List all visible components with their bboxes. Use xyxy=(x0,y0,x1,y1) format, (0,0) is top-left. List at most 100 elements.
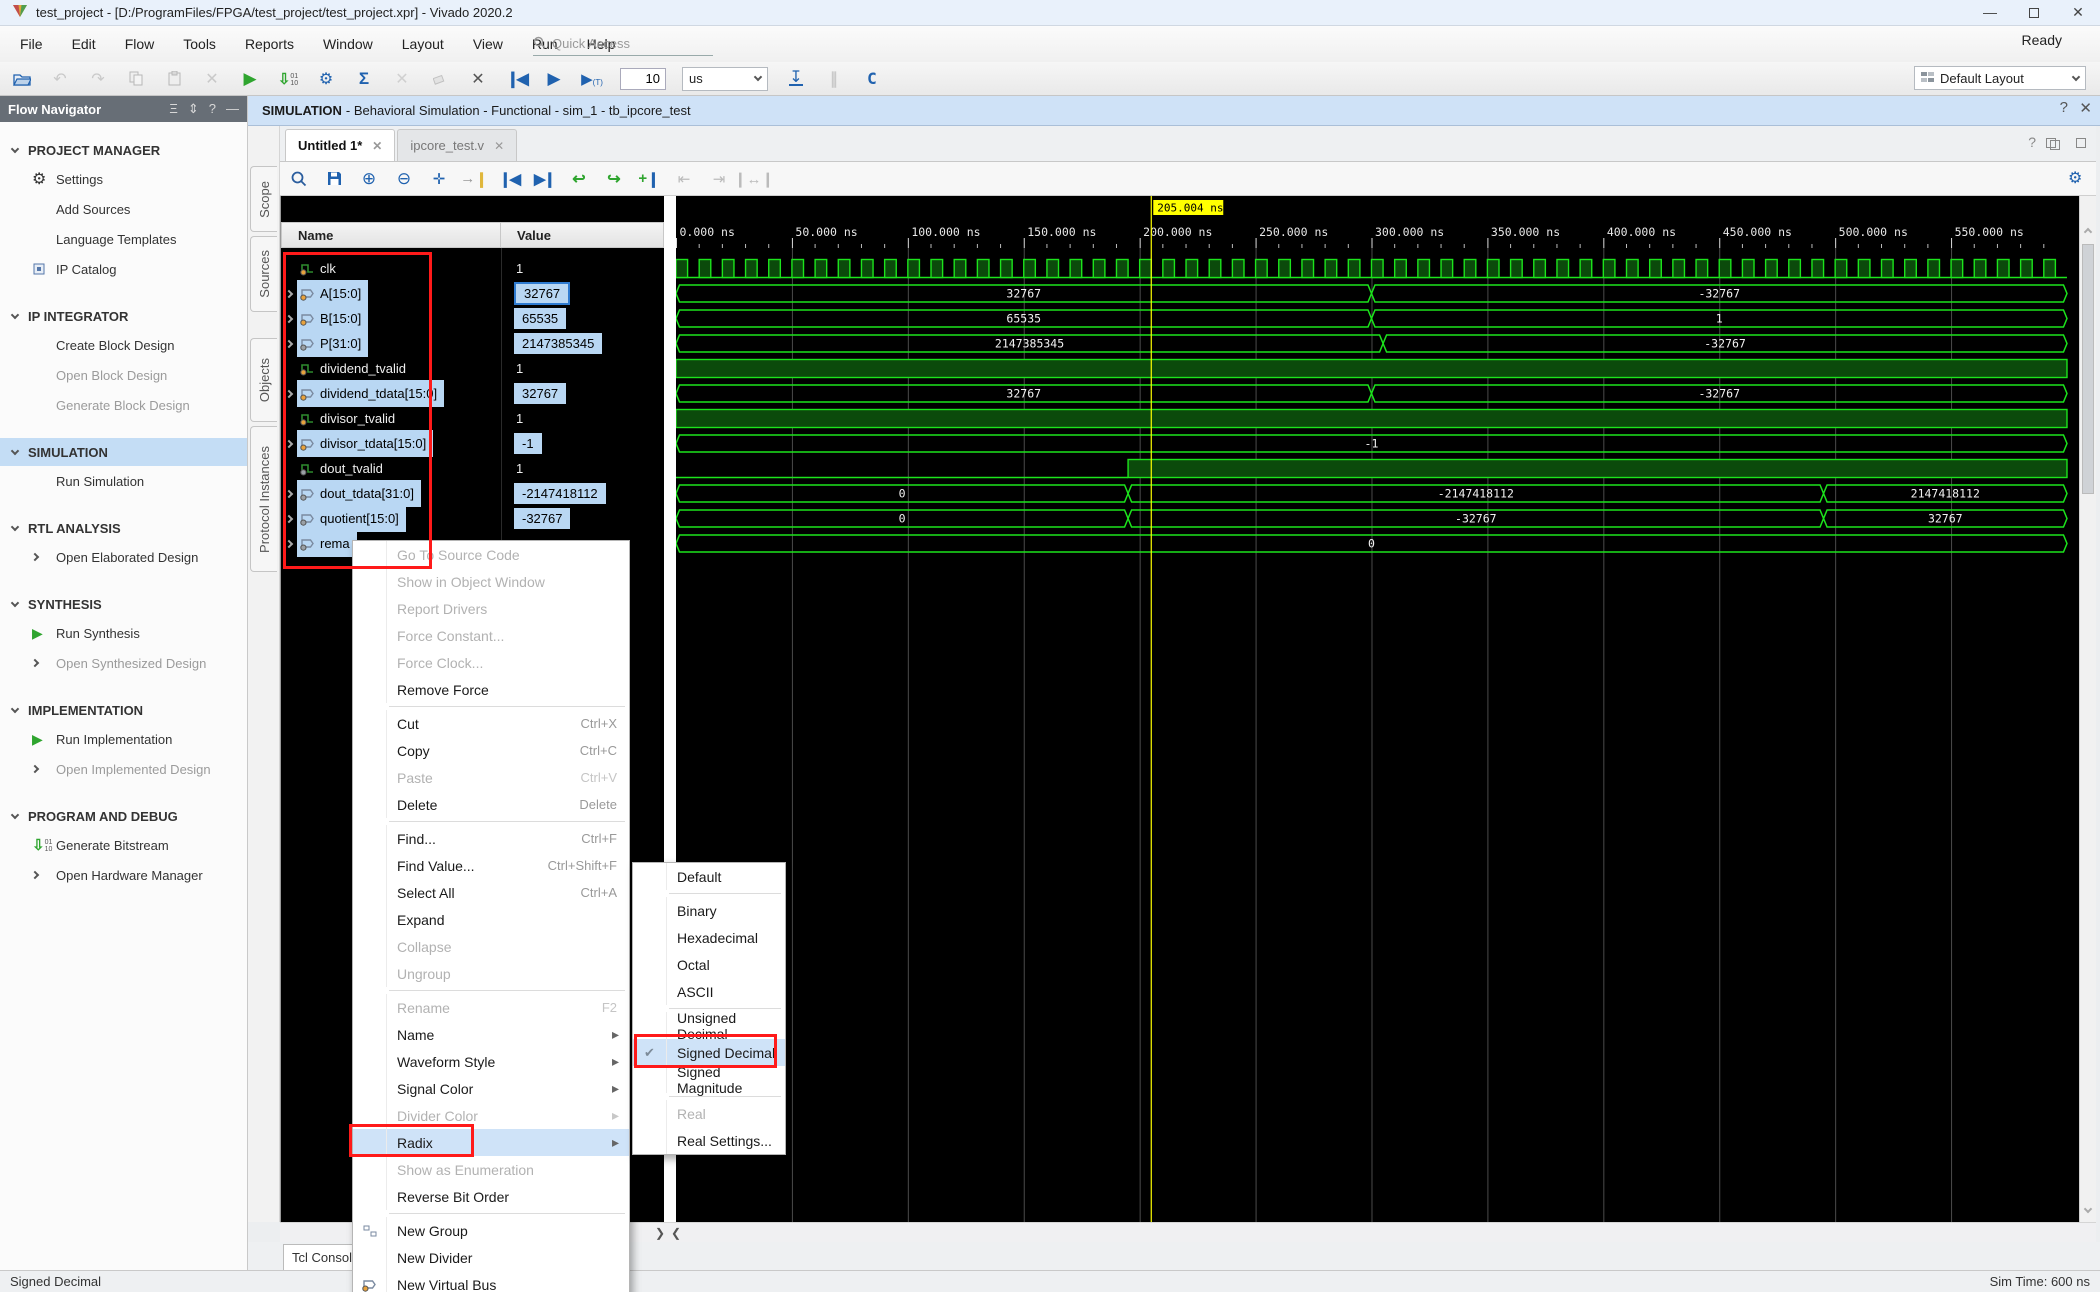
flow-group-project-manager[interactable]: PROJECT MANAGER xyxy=(0,136,247,164)
save-waveform-button[interactable] xyxy=(323,168,345,190)
quick-access-search[interactable]: Quick Access xyxy=(533,32,713,56)
context-menu-item-name[interactable]: Name▸ xyxy=(353,1021,629,1048)
help-icon[interactable]: ? xyxy=(209,101,216,117)
menubar-item-reports[interactable]: Reports xyxy=(243,33,296,55)
run-for-time-button[interactable]: ▶(T) xyxy=(580,67,604,91)
vertical-scrollbar[interactable] xyxy=(2079,196,2096,1222)
flow-item-open-elaborated-design[interactable]: Open Elaborated Design xyxy=(0,542,247,572)
signal-row-dividend-tvalid[interactable]: dividend_tvalid xyxy=(281,356,501,381)
signal-value-quotient-15-0[interactable]: -32767 xyxy=(502,506,665,531)
minimize-panel-icon[interactable]: — xyxy=(226,101,239,117)
menubar-item-view[interactable]: View xyxy=(471,33,505,55)
tab-tcl-console[interactable]: Tcl Consol xyxy=(283,1244,353,1270)
context-menu-item-new-group[interactable]: New Group xyxy=(353,1217,629,1244)
expand-chevron-icon[interactable] xyxy=(281,341,297,347)
waveform-canvas[interactable]: 0.000 ns50.000 ns100.000 ns150.000 ns200… xyxy=(676,196,2079,1222)
side-tab-scope[interactable]: Scope xyxy=(250,166,277,232)
splitter-collapse-left-icon[interactable]: ❮ xyxy=(668,1226,684,1240)
context-menu-item-new-virtual-bus[interactable]: New Virtual Bus xyxy=(353,1271,629,1292)
tab-ipcore-test-v[interactable]: ipcore_test.v✕ xyxy=(397,129,517,161)
collapse-all-icon[interactable]: Ξ xyxy=(169,101,177,117)
signal-value-dout-tdata-31-0[interactable]: -2147418112 xyxy=(502,481,665,506)
signal-value-p-31-0[interactable]: 2147385345 xyxy=(502,331,665,356)
signal-name-chip[interactable]: divisor_tvalid xyxy=(297,405,402,432)
signal-row-quotient-15-0[interactable]: quotient[15:0] xyxy=(281,506,501,531)
signal-value-b-15-0[interactable]: 65535 xyxy=(502,306,665,331)
signal-row-a-15-0[interactable]: A[15:0] xyxy=(281,281,501,306)
flow-item-language-templates[interactable]: Language Templates xyxy=(0,224,247,254)
context-menu-item-waveform-style[interactable]: Waveform Style▸ xyxy=(353,1048,629,1075)
flow-item-run-simulation[interactable]: Run Simulation xyxy=(0,466,247,496)
expand-chevron-icon[interactable] xyxy=(281,441,297,447)
flow-group-simulation[interactable]: SIMULATION xyxy=(0,438,247,466)
signal-row-dout-tdata-31-0[interactable]: dout_tdata[31:0] xyxy=(281,481,501,506)
signal-name-chip[interactable]: B[15:0] xyxy=(297,305,368,332)
maximize-button[interactable] xyxy=(2012,0,2056,25)
context-menu-item-copy[interactable]: CopyCtrl+C xyxy=(353,737,629,764)
help-icon[interactable]: ? xyxy=(2028,134,2036,150)
generate-bitstream-button[interactable]: ⇩0110 xyxy=(276,67,300,91)
zoom-in-button[interactable]: ⊕ xyxy=(358,168,380,190)
signal-name-chip[interactable]: clk xyxy=(297,255,343,282)
flow-item-run-implementation[interactable]: ▶Run Implementation xyxy=(0,724,247,754)
signal-name-chip[interactable]: dout_tdata[31:0] xyxy=(297,480,421,507)
signal-value-dividend-tdata-15-0[interactable]: 32767 xyxy=(502,381,665,406)
flow-group-program-and-debug[interactable]: PROGRAM AND DEBUG xyxy=(0,802,247,830)
name-column-header[interactable]: Name xyxy=(281,222,501,248)
signal-row-divisor-tvalid[interactable]: divisor_tvalid xyxy=(281,406,501,431)
add-marker-button[interactable]: +❙ xyxy=(638,168,660,190)
run-time-input[interactable] xyxy=(620,68,666,90)
signal-row-p-31-0[interactable]: P[31:0] xyxy=(281,331,501,356)
run-all-button[interactable]: ▶ xyxy=(542,67,566,91)
context-menu-item-delete[interactable]: DeleteDelete xyxy=(353,791,629,818)
expand-chevron-icon[interactable] xyxy=(281,491,297,497)
radix-option-default[interactable]: Default xyxy=(633,863,785,890)
splitter-collapse-right-icon[interactable]: ❯ xyxy=(652,1226,668,1240)
signal-value-clk[interactable]: 1 xyxy=(502,256,665,281)
report-button[interactable]: Σ xyxy=(352,67,376,91)
relaunch-button[interactable]: C xyxy=(860,67,884,91)
radix-option-unsigned-decimal[interactable]: Unsigned Decimal xyxy=(633,1012,785,1039)
waveform-settings-gear-icon[interactable]: ⚙ xyxy=(2068,168,2082,188)
close-tab-icon[interactable]: ✕ xyxy=(494,139,504,153)
scroll-down-icon[interactable] xyxy=(2082,1204,2094,1216)
previous-transition-button[interactable]: ❙◀ xyxy=(498,168,520,190)
zoom-fit-button[interactable]: ✛ xyxy=(428,168,450,190)
restart-simulation-button[interactable]: ❙◀ xyxy=(504,67,528,91)
context-menu-item-reverse-bit-order[interactable]: Reverse Bit Order xyxy=(353,1183,629,1210)
radix-option-signed-decimal[interactable]: ✔Signed Decimal xyxy=(633,1039,785,1066)
context-menu-item-remove-force[interactable]: Remove Force xyxy=(353,676,629,703)
side-tab-sources[interactable]: Sources xyxy=(250,236,277,312)
signal-row-divisor-tdata-15-0[interactable]: divisor_tdata[15:0] xyxy=(281,431,501,456)
layout-select[interactable]: Default Layout xyxy=(1914,66,2086,90)
menubar-item-tools[interactable]: Tools xyxy=(181,33,218,55)
flow-group-ip-integrator[interactable]: IP INTEGRATOR xyxy=(0,302,247,330)
signal-value-divisor-tvalid[interactable]: 1 xyxy=(502,406,665,431)
signal-value-dout-tvalid[interactable]: 1 xyxy=(502,456,665,481)
signal-value-a-15-0[interactable]: 32767 xyxy=(502,281,665,306)
context-menu-item-find-value[interactable]: Find Value...Ctrl+Shift+F xyxy=(353,852,629,879)
flow-item-settings[interactable]: ⚙Settings xyxy=(0,164,247,194)
zoom-out-button[interactable]: ⊖ xyxy=(393,168,415,190)
flow-item-run-synthesis[interactable]: ▶Run Synthesis xyxy=(0,618,247,648)
float-window-icon[interactable] xyxy=(2046,134,2060,150)
signal-name-chip[interactable]: rema xyxy=(297,530,357,557)
signal-name-chip[interactable]: quotient[15:0] xyxy=(297,505,406,532)
radix-option-signed-magnitude[interactable]: Signed Magnitude xyxy=(633,1066,785,1093)
radix-option-real-settings[interactable]: Real Settings... xyxy=(633,1127,785,1154)
signal-name-chip[interactable]: dout_tvalid xyxy=(297,455,390,482)
radix-option-binary[interactable]: Binary xyxy=(633,897,785,924)
close-button[interactable]: ✕ xyxy=(2056,0,2100,25)
radix-option-ascii[interactable]: ASCII xyxy=(633,978,785,1005)
flow-item-generate-bitstream[interactable]: ⇩0110Generate Bitstream xyxy=(0,830,247,860)
help-icon[interactable]: ? xyxy=(2060,99,2068,116)
radix-option-hexadecimal[interactable]: Hexadecimal xyxy=(633,924,785,951)
maximize-view-icon[interactable] xyxy=(2076,134,2086,150)
time-unit-select[interactable]: us xyxy=(682,67,768,91)
goto-last-time-button[interactable]: ↪ xyxy=(603,168,625,190)
scrollbar-thumb[interactable] xyxy=(2082,244,2094,494)
tab-untitled-1[interactable]: Untitled 1*✕ xyxy=(285,129,395,161)
signal-name-chip[interactable]: divisor_tdata[15:0] xyxy=(297,430,433,457)
step-button[interactable]: ↧ xyxy=(784,67,808,91)
flow-group-rtl-analysis[interactable]: RTL ANALYSIS xyxy=(0,514,247,542)
